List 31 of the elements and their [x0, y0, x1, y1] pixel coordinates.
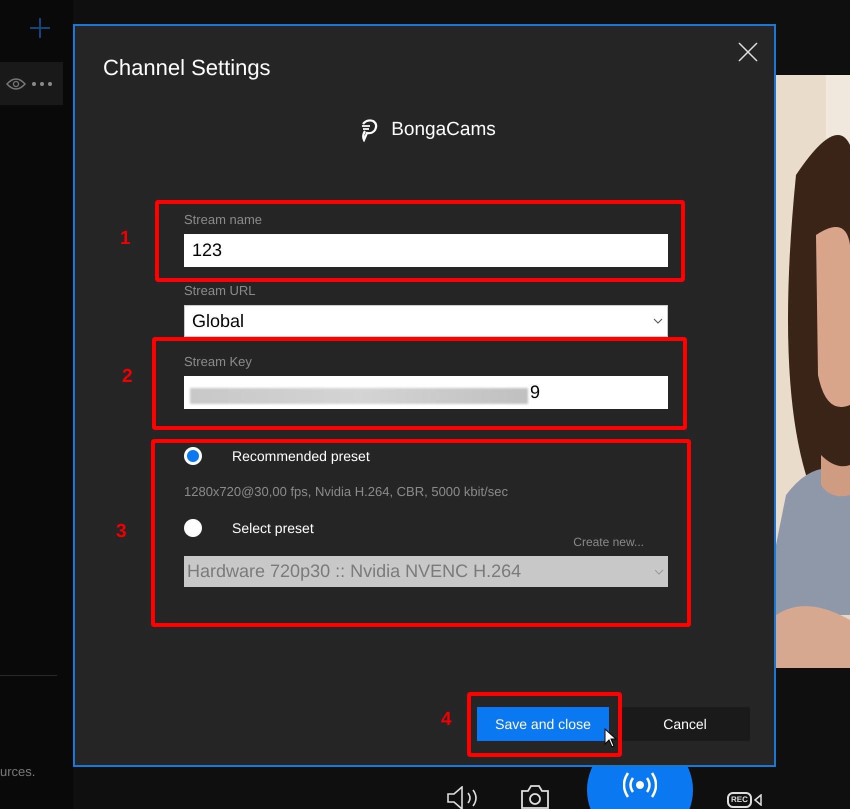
annotation-number: 3 — [116, 521, 127, 543]
chevron-icon — [653, 318, 663, 324]
field-label: Stream name — [184, 212, 262, 228]
field-label: Stream URL — [184, 283, 256, 299]
annotation-number: 1 — [120, 228, 131, 250]
cursor-icon — [604, 728, 617, 748]
radio-button[interactable] — [184, 519, 202, 537]
speaker-icon[interactable] — [446, 786, 480, 809]
text-field[interactable]: 9 — [184, 376, 668, 409]
eye-icon[interactable] — [6, 76, 26, 90]
close-icon[interactable] — [737, 41, 759, 63]
annotation-number: 2 — [122, 366, 133, 388]
chevron-icon — [654, 568, 664, 574]
create-new-link[interactable]: Create new... — [573, 535, 644, 549]
dropdown[interactable]: Global — [184, 305, 668, 337]
save-button[interactable]: Save and close — [477, 707, 609, 741]
preset-details: 1280x720@30,00 fps, Nvidia H.264, CBR, 5000 kbit/sec — [184, 484, 508, 500]
cancel-button[interactable]: Cancel — [620, 707, 750, 741]
radio-label: Select preset — [232, 520, 314, 536]
field-label: Stream Key — [184, 354, 252, 370]
layer-row[interactable] — [0, 62, 63, 105]
service-name: BongaCams — [391, 119, 496, 141]
text-field[interactable]: 123 — [184, 234, 668, 267]
broadcast-icon — [623, 772, 657, 798]
dialog-title: Channel Settings — [103, 54, 271, 82]
radio-label: Recommended preset — [232, 448, 370, 464]
annotation-number: 4 — [441, 709, 452, 731]
more-icon[interactable] — [32, 82, 52, 86]
sources-text: urces. — [0, 764, 36, 779]
radio-button[interactable] — [184, 447, 202, 465]
camera-icon[interactable] — [520, 784, 550, 809]
